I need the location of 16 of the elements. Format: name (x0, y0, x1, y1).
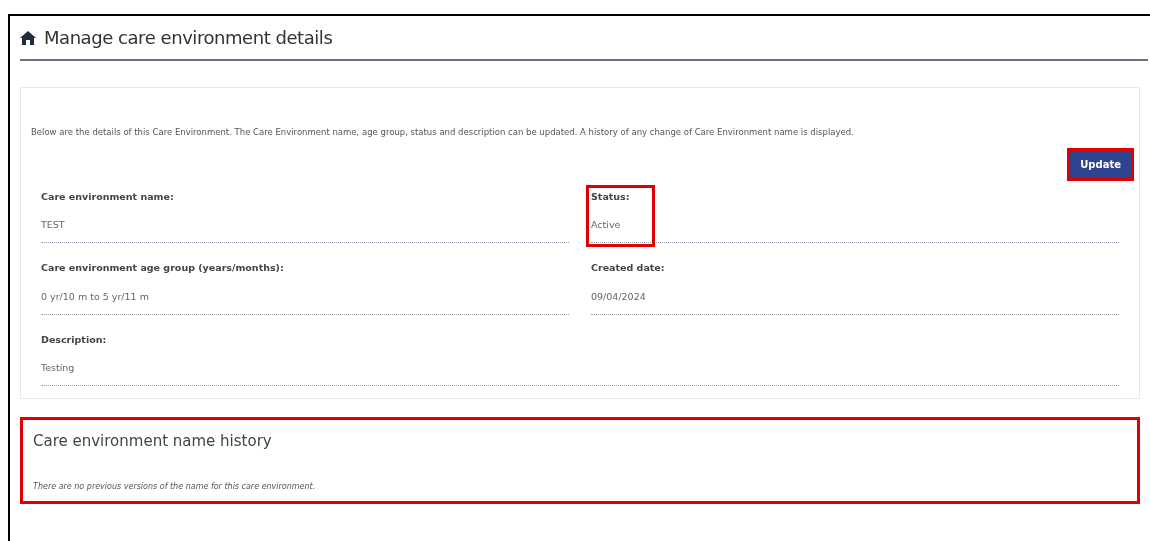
empty-message: There are no previous versions of the name for this care environment. (33, 480, 317, 493)
field-value: TEST (41, 218, 66, 232)
field-value: 0 yr/10 m to 5 yr/11 m (41, 289, 150, 304)
field-label: Created date: (591, 261, 665, 276)
intro-text: Below are the details of this Care Environment. The Care Environment name, age group, status and description can be updated. A history of any change of Care Environment name is displayed. (31, 126, 855, 139)
field-label: Care environment age group (years/months): (41, 261, 284, 276)
page-title: Manage care environment details (44, 26, 333, 50)
field-value: Testing (41, 361, 76, 375)
home-icon (20, 30, 36, 45)
field-value: Active (591, 218, 622, 232)
field-label: Description: (41, 332, 107, 347)
field-label: Care environment name: (41, 189, 174, 204)
field-label: Status: (591, 189, 630, 204)
field-value: 09/04/2024 (591, 289, 647, 304)
section-heading: Care environment name history (33, 431, 273, 453)
update-button[interactable]: Update (1070, 150, 1131, 178)
